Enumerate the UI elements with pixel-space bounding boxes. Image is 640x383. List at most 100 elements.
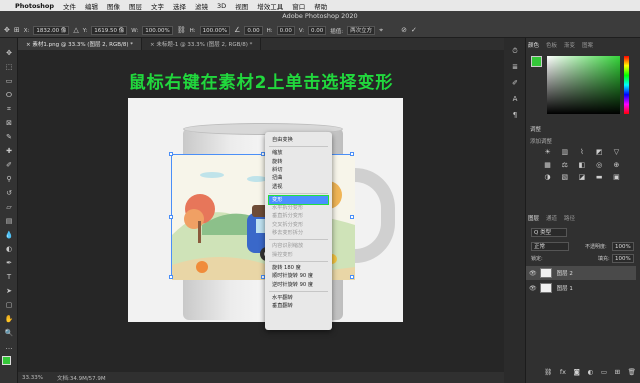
levels-icon[interactable]: ▥ [557, 148, 572, 159]
menu-filter[interactable]: 滤镜 [195, 1, 208, 11]
brightness-icon[interactable]: ☀ [540, 148, 555, 159]
menu-window[interactable]: 窗口 [292, 1, 305, 11]
context-menu-item[interactable]: 旋转 180 度 [269, 264, 328, 272]
frame-tool-icon[interactable]: ⊠ [4, 118, 14, 128]
height-field[interactable]: 100.00% [199, 26, 231, 35]
v-skew-field[interactable]: 0.00 [308, 26, 327, 35]
blur-tool-icon[interactable]: 💧 [4, 230, 14, 240]
curves-icon[interactable]: ⌇ [574, 148, 589, 159]
transform-handle-tr[interactable] [350, 152, 354, 156]
h-skew-field[interactable]: 0.00 [276, 26, 295, 35]
layer-filter-select[interactable]: Q 类型 [531, 228, 567, 237]
opacity-field[interactable]: 100% [612, 242, 634, 251]
move-tool-icon[interactable]: ✥ [4, 26, 10, 35]
delete-layer-icon[interactable]: 🗑 [628, 368, 636, 378]
group-icon[interactable]: ▭ [601, 368, 607, 378]
brush-panel-icon[interactable]: ✐ [510, 78, 520, 88]
eraser-tool-icon[interactable]: ▱ [4, 202, 14, 212]
gradient-map-icon[interactable]: ▬ [592, 173, 607, 184]
tab-color[interactable]: 颜色 [528, 41, 539, 49]
context-menu-item[interactable]: 逆时针旋转 90 度 [269, 281, 328, 289]
tab-doc-1[interactable]: × 素材1.png @ 33.3% (图层 2, RGB/8) * [18, 38, 143, 50]
menu-type[interactable]: 文字 [151, 1, 164, 11]
cancel-icon[interactable]: ⊘ [401, 26, 407, 35]
crop-tool-icon[interactable]: ⌗ [4, 104, 14, 114]
angle-field[interactable]: 0.00 [244, 26, 263, 35]
zoom-tool-icon[interactable]: 🔍 [4, 328, 14, 338]
brush-tool-icon[interactable]: ✐ [4, 160, 14, 170]
transform-handle-bl[interactable] [169, 275, 173, 279]
tab-doc-2[interactable]: × 未标题-1 @ 33.3% (图层 2, RGB/8) * [142, 38, 262, 50]
tab-gradients[interactable]: 渐变 [564, 41, 575, 49]
properties-panel-icon[interactable]: ≣ [510, 62, 520, 72]
menu-select[interactable]: 选择 [173, 1, 186, 11]
link-layers-icon[interactable]: ⛓ [544, 368, 552, 378]
interpolation-select[interactable]: 两次立方 [347, 26, 376, 35]
transform-handle-tl[interactable] [169, 152, 173, 156]
menu-image[interactable]: 图像 [107, 1, 120, 11]
menu-view[interactable]: 视图 [235, 1, 248, 11]
context-menu-item[interactable]: 扭曲 [269, 174, 328, 182]
layer-row-1[interactable]: 👁 图层 1 [526, 281, 636, 295]
eyedropper-tool-icon[interactable]: ✎ [4, 132, 14, 142]
warp-mode-icon[interactable]: ⌖ [379, 26, 383, 35]
context-menu-item[interactable]: 缩放 [269, 149, 328, 157]
type-tool-icon[interactable]: T [4, 272, 14, 282]
layer-style-icon[interactable]: fx [560, 368, 566, 378]
menu-edit[interactable]: 编辑 [85, 1, 98, 11]
app-menu[interactable]: Photoshop [15, 2, 54, 10]
color-picker-field[interactable] [547, 56, 620, 114]
invert-icon[interactable]: ◑ [540, 173, 555, 184]
transform-handle-l[interactable] [169, 215, 173, 219]
context-menu-item[interactable]: 垂直翻转 [269, 302, 328, 310]
channel-mixer-icon[interactable]: ⊕ [609, 161, 624, 172]
gradient-tool-icon[interactable]: ▤ [4, 216, 14, 226]
pen-tool-icon[interactable]: ✒ [4, 258, 14, 268]
stamp-tool-icon[interactable]: ⚲ [4, 174, 14, 184]
commit-check-icon[interactable]: ✓ [411, 26, 417, 35]
context-menu-item[interactable]: 自由变换 [269, 136, 328, 144]
path-select-icon[interactable]: ➤ [4, 286, 14, 296]
menu-file[interactable]: 文件 [63, 1, 76, 11]
tab-patterns[interactable]: 图案 [582, 41, 593, 49]
dodge-tool-icon[interactable]: ◐ [4, 244, 14, 254]
layer-row-2[interactable]: 👁 图层 2 [526, 266, 636, 280]
tab-channels[interactable]: 通道 [546, 214, 557, 222]
delta-icon[interactable]: △ [73, 26, 78, 35]
menu-help[interactable]: 帮助 [314, 1, 327, 11]
history-panel-icon[interactable]: ⏱ [510, 46, 520, 56]
zoom-level[interactable]: 33.33% [22, 375, 43, 381]
visibility-eye-icon[interactable]: 👁 [529, 270, 537, 277]
menu-plugins[interactable]: 增效工具 [257, 1, 283, 11]
add-mask-icon[interactable]: ◙ [574, 368, 580, 378]
hue-slider[interactable] [624, 56, 629, 114]
context-menu-item[interactable]: 透视 [269, 183, 328, 191]
context-menu-item[interactable]: 变形 [268, 194, 329, 205]
more-tools-icon[interactable]: … [4, 342, 14, 352]
reference-point-icon[interactable]: ⊞ [14, 26, 20, 35]
paragraph-panel-icon[interactable]: ¶ [510, 110, 520, 120]
blend-mode-select[interactable]: 正常 [531, 242, 569, 251]
exposure-icon[interactable]: ◩ [592, 148, 607, 159]
tab-swatches[interactable]: 色板 [546, 41, 557, 49]
transform-handle-r[interactable] [350, 215, 354, 219]
lasso-tool-icon[interactable]: ⵔ [4, 90, 14, 100]
artboard-tool-icon[interactable]: ⬚ [4, 62, 14, 72]
menu-3d[interactable]: 3D [217, 2, 226, 10]
menu-layer[interactable]: 图层 [129, 1, 142, 11]
width-field[interactable]: 100.00% [142, 26, 173, 35]
context-menu-item[interactable]: 斜切 [269, 166, 328, 174]
context-menu-item[interactable]: 顺时针旋转 90 度 [269, 272, 328, 280]
posterize-icon[interactable]: ▧ [557, 173, 572, 184]
adjustment-layer-icon[interactable]: ◐ [588, 368, 594, 378]
y-field[interactable]: 1619.50 像 [91, 26, 128, 35]
hue-sat-icon[interactable]: ▦ [540, 161, 555, 172]
marquee-tool-icon[interactable]: ▭ [4, 76, 14, 86]
move-tool-icon[interactable]: ✥ [4, 48, 14, 58]
vibrance-icon[interactable]: ▽ [609, 148, 624, 159]
photo-filter-icon[interactable]: ◎ [592, 161, 607, 172]
bw-icon[interactable]: ◧ [574, 161, 589, 172]
tab-layers[interactable]: 图层 [528, 214, 539, 222]
canvas-area[interactable]: 鼠标右键在素材2上单击选择变形 [18, 50, 504, 372]
x-field[interactable]: 1832.00 像 [33, 26, 70, 35]
